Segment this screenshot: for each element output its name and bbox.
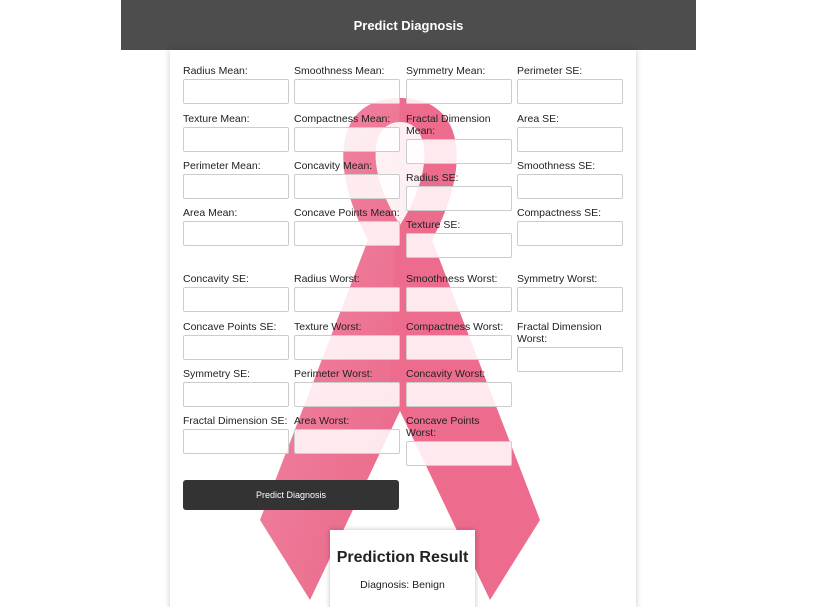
prediction-form-card: Radius Mean: Texture Mean: Perimeter Mean:… bbox=[170, 50, 636, 607]
field-label: Area Worst: bbox=[294, 415, 350, 427]
form-field: Symmetry SE: bbox=[183, 368, 289, 407]
field-label: Radius SE: bbox=[406, 172, 459, 184]
field-input[interactable] bbox=[517, 79, 623, 104]
field-input[interactable] bbox=[517, 287, 623, 312]
field-input[interactable] bbox=[406, 382, 512, 407]
field-input[interactable] bbox=[183, 429, 289, 454]
field-input[interactable] bbox=[294, 127, 400, 152]
form-field: Texture Worst: bbox=[294, 321, 400, 360]
page-title: Predict Diagnosis bbox=[353, 17, 464, 33]
form-field: Smoothness Mean: bbox=[294, 65, 400, 104]
form-field: Radius Mean: bbox=[183, 65, 289, 104]
field-input[interactable] bbox=[294, 335, 400, 360]
field-label: Concavity Worst: bbox=[406, 368, 486, 380]
form-field: Concavity SE: bbox=[183, 273, 289, 312]
form-field: Smoothness SE: bbox=[517, 160, 623, 199]
field-label: Concave Points Worst: bbox=[406, 415, 480, 439]
field-label: Area SE: bbox=[517, 113, 560, 125]
field-input[interactable] bbox=[183, 335, 289, 360]
form-field: Concave Points Worst: bbox=[406, 415, 512, 466]
field-input[interactable] bbox=[294, 429, 400, 454]
field-input[interactable] bbox=[183, 127, 289, 152]
form-field: Concave Points SE: bbox=[183, 321, 289, 360]
field-input[interactable] bbox=[183, 287, 289, 312]
form-field: Perimeter Worst: bbox=[294, 368, 400, 407]
form-field: Concavity Mean: bbox=[294, 160, 400, 199]
field-label: Texture Worst: bbox=[294, 321, 362, 333]
field-label: Radius Worst: bbox=[294, 273, 360, 285]
form-field: Radius SE: bbox=[406, 172, 512, 211]
field-label: Concave Points SE: bbox=[183, 321, 277, 333]
field-label: Area Mean: bbox=[183, 207, 238, 219]
form-field: Fractal Dimension Worst: bbox=[517, 321, 623, 372]
field-label: Compactness SE: bbox=[517, 207, 602, 219]
field-label: Symmetry Worst: bbox=[517, 273, 598, 285]
form-field: Texture SE: bbox=[406, 219, 512, 258]
field-label: Smoothness Mean: bbox=[294, 65, 385, 77]
field-input[interactable] bbox=[517, 221, 623, 246]
field-input[interactable] bbox=[183, 382, 289, 407]
field-input[interactable] bbox=[517, 347, 623, 372]
field-label: Perimeter Mean: bbox=[183, 160, 261, 172]
result-title: Prediction Result bbox=[336, 549, 469, 566]
field-label: Smoothness Worst: bbox=[406, 273, 498, 285]
field-input[interactable] bbox=[294, 79, 400, 104]
field-input[interactable] bbox=[406, 79, 512, 104]
form-field: Smoothness Worst: bbox=[406, 273, 512, 312]
field-input[interactable] bbox=[406, 186, 512, 211]
field-input[interactable] bbox=[183, 79, 289, 104]
field-input[interactable] bbox=[294, 174, 400, 199]
field-label: Fractal Dimension Worst: bbox=[517, 321, 602, 345]
field-label: Compactness Mean: bbox=[294, 113, 391, 125]
app-header: Predict Diagnosis bbox=[121, 0, 696, 50]
field-label: Symmetry Mean: bbox=[406, 65, 486, 77]
field-input[interactable] bbox=[517, 174, 623, 199]
field-label: Concavity SE: bbox=[183, 273, 249, 285]
field-label: Symmetry SE: bbox=[183, 368, 251, 380]
form-field: Compactness SE: bbox=[517, 207, 623, 246]
field-input[interactable] bbox=[406, 441, 512, 466]
field-input[interactable] bbox=[294, 221, 400, 246]
field-input[interactable] bbox=[517, 127, 623, 152]
field-label: Smoothness SE: bbox=[517, 160, 596, 172]
field-input[interactable] bbox=[406, 233, 512, 258]
field-label: Concavity Mean: bbox=[294, 160, 373, 172]
field-input[interactable] bbox=[183, 221, 289, 246]
field-label: Compactness Worst: bbox=[406, 321, 504, 333]
form-field: Area Worst: bbox=[294, 415, 400, 454]
field-label: Perimeter Worst: bbox=[294, 368, 373, 380]
prediction-result-card: Prediction Result Diagnosis: Benign bbox=[330, 530, 475, 607]
form-field: Compactness Worst: bbox=[406, 321, 512, 360]
diagnosis-text: Diagnosis: Benign bbox=[360, 579, 445, 591]
form-field: Perimeter SE: bbox=[517, 65, 623, 104]
field-label: Radius Mean: bbox=[183, 65, 248, 77]
form-field: Concavity Worst: bbox=[406, 368, 512, 407]
form-field: Perimeter Mean: bbox=[183, 160, 289, 199]
form-field: Compactness Mean: bbox=[294, 113, 400, 152]
field-input[interactable] bbox=[294, 287, 400, 312]
field-input[interactable] bbox=[406, 335, 512, 360]
form-field: Radius Worst: bbox=[294, 273, 400, 312]
field-label: Texture SE: bbox=[406, 219, 461, 231]
field-input[interactable] bbox=[406, 139, 512, 164]
form-field: Symmetry Mean: bbox=[406, 65, 512, 104]
form-field: Fractal Dimension Mean: bbox=[406, 113, 512, 164]
form-field: Symmetry Worst: bbox=[517, 273, 623, 312]
form-field: Area SE: bbox=[517, 113, 623, 152]
field-label: Concave Points Mean: bbox=[294, 207, 400, 219]
field-label: Fractal Dimension SE: bbox=[183, 415, 288, 427]
predict-diagnosis-button[interactable]: Predict Diagnosis bbox=[183, 480, 399, 510]
form-field: Concave Points Mean: bbox=[294, 207, 400, 246]
field-label: Perimeter SE: bbox=[517, 65, 583, 77]
field-input[interactable] bbox=[294, 382, 400, 407]
form-field: Texture Mean: bbox=[183, 113, 289, 152]
field-label: Fractal Dimension Mean: bbox=[406, 113, 491, 137]
form-field: Fractal Dimension SE: bbox=[183, 415, 289, 454]
field-input[interactable] bbox=[406, 287, 512, 312]
form-field: Area Mean: bbox=[183, 207, 289, 246]
field-input[interactable] bbox=[183, 174, 289, 199]
field-label: Texture Mean: bbox=[183, 113, 250, 125]
